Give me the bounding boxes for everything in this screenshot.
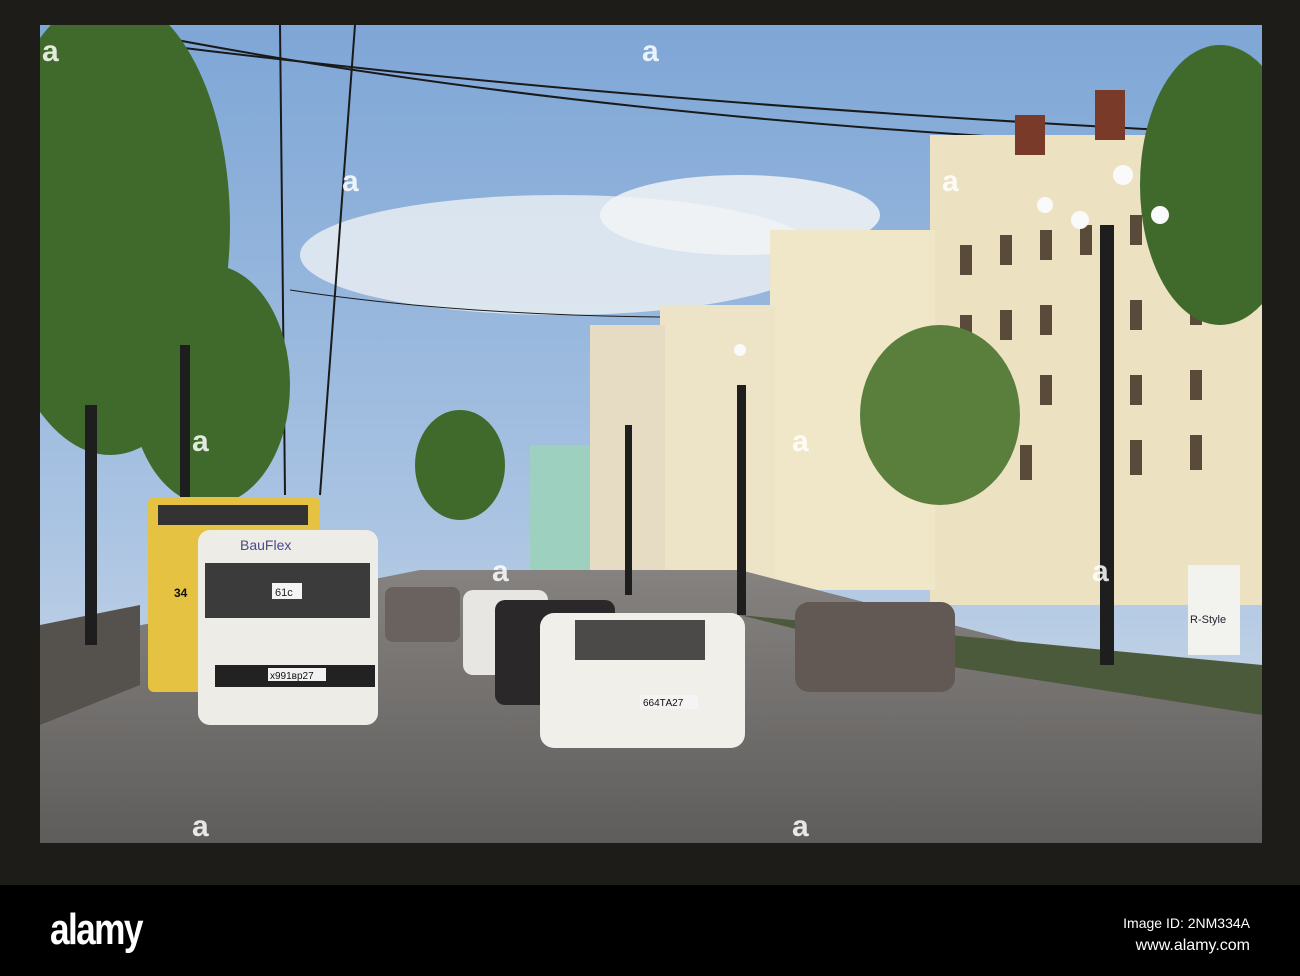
watermark-tile: a (192, 425, 209, 458)
bus-route-number: 34 (174, 586, 188, 600)
watermark-tile: a (942, 165, 959, 198)
street-photo: 34 BauFlex 61c х991вр27 664ТА27 R-Style (40, 25, 1262, 843)
watermark-tile: a (1092, 555, 1109, 588)
car-license-plate: 664ТА27 (643, 698, 684, 709)
chimney (1015, 115, 1045, 155)
store-sign-text: R-Style (1190, 614, 1226, 626)
watermark-tile: a (492, 555, 509, 588)
building-green (530, 445, 590, 575)
building-mid-2 (660, 305, 775, 595)
watermark-tile: a (642, 35, 659, 68)
watermark-footer: alamy Image ID: 2NM334A www.alamy.com (0, 885, 1300, 976)
store-sign (1188, 565, 1240, 655)
van-license-plate: х991вр27 (270, 671, 314, 682)
watermark-tile: a (42, 35, 59, 68)
van-route-sign: 61c (275, 587, 293, 599)
alamy-logo: alamy (50, 905, 143, 954)
watermark-tile: a (192, 810, 209, 843)
website-url: www.alamy.com (1135, 937, 1250, 954)
street-scene: 34 BauFlex 61c х991вр27 664ТА27 R-Style (40, 25, 1262, 843)
chimney (1095, 90, 1125, 140)
minibus-van (198, 530, 378, 725)
car (385, 587, 460, 642)
image-id: Image ID: 2NM334A (1123, 915, 1250, 931)
watermark-tile: a (342, 165, 359, 198)
watermark-tile: a (792, 810, 809, 843)
car-dark-sedan (795, 602, 955, 692)
watermark-tile: a (792, 425, 809, 458)
van-brand-logo: BauFlex (240, 537, 291, 553)
